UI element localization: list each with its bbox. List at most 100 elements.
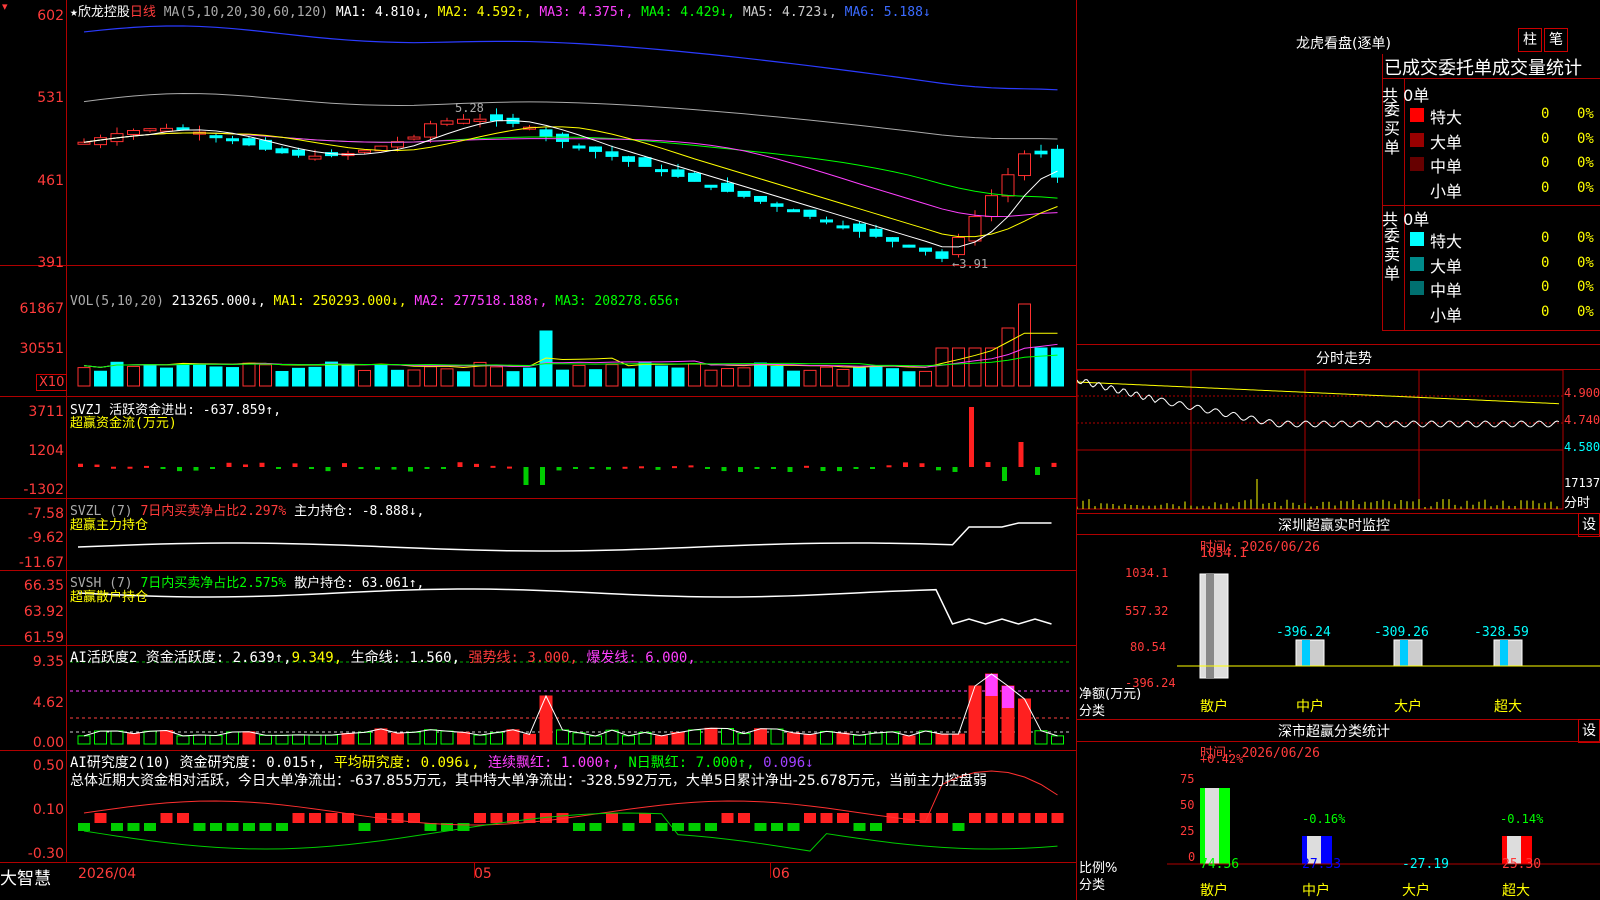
price-chart[interactable] (0, 0, 1076, 265)
fl-ytick: 25 (1180, 824, 1195, 838)
activity-bar (1034, 730, 1048, 745)
tab-title[interactable]: 已成交委托单成交量统计 (1384, 54, 1582, 80)
activity-bar (638, 731, 652, 745)
fs-title: 分时走势 (1316, 351, 1372, 367)
research-bar (309, 813, 321, 823)
volume-bar (952, 347, 965, 387)
vol-ma1: MA1: 250293.000↓, (273, 294, 407, 309)
volume-bar (506, 371, 520, 387)
svsh-sub: 超赢散户持仓 (70, 590, 149, 605)
activity-bar (160, 730, 173, 745)
svsh-c: 散户持仓: 63.061↑, (294, 576, 425, 591)
activity-bar (589, 735, 602, 745)
volume-bar (308, 366, 322, 387)
star-icon[interactable]: ★ (70, 5, 78, 20)
ai1-b: 资金活跃度: 2.639↑, (145, 650, 292, 666)
svzj-bar (490, 465, 496, 468)
ma-legend-2: MA2: 4.592↑, (429, 5, 532, 20)
menu-icon[interactable]: ▾ (2, 0, 8, 13)
buy-side-label: 委买单 (1384, 100, 1401, 157)
vol-ytick: 30551 (19, 341, 64, 357)
bar-mode-button[interactable]: 柱 (1518, 28, 1542, 52)
ai2-d: 连续飘红: 1.000↑, (488, 755, 620, 771)
fl-bottom-value: 74.56 (1200, 857, 1240, 872)
price-ytick: 602 (37, 8, 64, 24)
sz-bar-stripe (1400, 640, 1408, 666)
candle-body (490, 114, 503, 122)
unit-x10[interactable]: X10 (36, 374, 68, 391)
activity-bar (968, 685, 982, 745)
fl-chart[interactable] (1077, 760, 1600, 900)
volume-bar (275, 370, 289, 387)
research-bar (655, 823, 668, 831)
volume-bar (638, 362, 652, 387)
fl-bottom-value: 25.30 (1502, 857, 1542, 872)
activity-bar (473, 734, 487, 745)
activity-bar (770, 728, 784, 745)
x-label: 2026/04 (78, 866, 137, 882)
ai1-ytick: 4.62 (32, 695, 64, 711)
candle-body (770, 203, 784, 207)
candle-body (143, 128, 157, 132)
sell-row-value: 0 (1541, 279, 1550, 295)
volume-bar (985, 347, 998, 387)
svzl-ytick: -11.67 (18, 555, 64, 571)
volume-bar (325, 361, 338, 387)
activity-bar (655, 735, 668, 745)
candle-body (886, 237, 899, 242)
research-bar (127, 823, 140, 831)
fl-settings-button[interactable]: 设 (1578, 719, 1600, 743)
research-bar (738, 813, 750, 823)
tick-mode-button[interactable]: 笔 (1544, 28, 1568, 52)
vol-ma2: MA2: 277518.188↑, (414, 294, 548, 309)
vol-ytick: 61867 (19, 301, 64, 317)
research-bar (606, 813, 618, 823)
ai-research-legend: AI研究度2(10) 资金研究度: 0.015↑, 平均研究度: 0.096↓,… (70, 752, 814, 772)
ai2-ytick: 0.10 (32, 802, 64, 818)
svzj-bar (606, 467, 611, 470)
fl-bottom-value: 27.33 (1302, 857, 1342, 872)
period-label[interactable]: 日线 (130, 5, 156, 20)
svzj-bar (952, 467, 958, 472)
fs-ytick: 4.740 (1564, 413, 1600, 427)
volume-chart[interactable] (0, 266, 1076, 396)
svzj-bar (721, 467, 727, 472)
candle-body (242, 138, 256, 146)
sell-swatch (1410, 232, 1424, 246)
ai2-c: 平均研究度: 0.096↓, (333, 755, 480, 771)
volume-bar (391, 369, 404, 387)
volume-bar (820, 366, 833, 387)
volume-bar (1018, 303, 1031, 387)
buy-swatch (1410, 157, 1424, 171)
svzj-bar (837, 467, 842, 472)
candle-body (836, 225, 850, 229)
candle-body (308, 155, 322, 160)
intraday-chart[interactable] (1077, 370, 1600, 510)
fl-top-label: +0.42% (1200, 752, 1244, 766)
activity-bar (176, 735, 190, 745)
activity-bar (869, 732, 883, 745)
activity-bar (226, 731, 239, 745)
activity-bar (424, 729, 437, 745)
activity-bar (721, 728, 734, 745)
candle-body (94, 137, 107, 146)
candle-body (1018, 153, 1031, 177)
candle-body (275, 148, 289, 154)
svzj-ytick: 3711 (28, 404, 64, 420)
activity-bar (292, 734, 305, 745)
research-bar (705, 823, 717, 831)
sz-bar-stripe (1206, 574, 1214, 678)
candle-body (820, 219, 833, 223)
svzj-bar (358, 467, 364, 469)
buy-row-pct: 0% (1577, 106, 1594, 122)
vol-ma3: MA3: 208278.656↑ (555, 294, 681, 309)
candle-body (787, 209, 800, 213)
ai2-a: AI研究度2(10) (70, 755, 172, 771)
research-bar (969, 813, 981, 823)
fl-ytick: 0 (1188, 850, 1196, 864)
sz-value: -328.59 (1474, 625, 1529, 640)
sell-row-value: 0 (1541, 303, 1550, 320)
sz-xlabel: 分类 (1079, 704, 1106, 719)
ai1-e: 强势线: 3.000, (468, 650, 578, 666)
sell-row-value: 0 (1541, 230, 1550, 246)
